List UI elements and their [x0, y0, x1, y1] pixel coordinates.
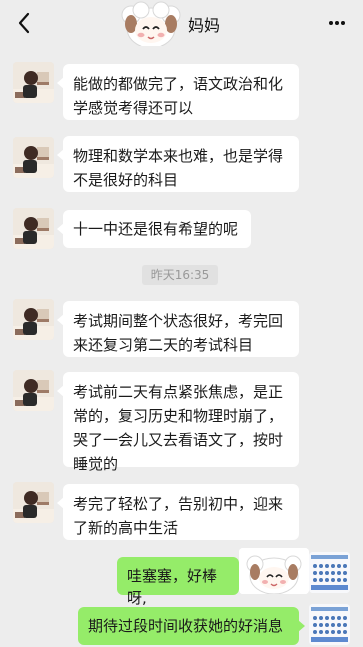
message-bubble-6: 考完了轻松了，告别初中，迎来了新的高中生活: [57, 484, 299, 540]
more-dots-icon[interactable]: [327, 14, 347, 32]
message-text-5: 考试前二天有点紧张焦虑，是正常的，复习历史和物理时崩了，哭了一会儿又去看语文了，…: [73, 383, 284, 473]
sheep-sticker-icon: [239, 548, 309, 594]
message-text-4: 考试期间整个状态很好，考完回来还复习第二天的考试科目: [73, 312, 284, 354]
message-text-7: 哇塞塞，好棒呀,: [127, 567, 218, 607]
message-bubble-4: 考试期间整个状态很好，考完回来还复习第二天的考试科目: [57, 301, 299, 357]
message-bubble-1: 能做的都做完了，语文政治和化学感觉考得还可以: [57, 64, 299, 120]
message-text-1: 能做的都做完了，语文政治和化学感觉考得还可以: [73, 75, 284, 117]
contact-avatar[interactable]: [13, 62, 54, 103]
message-bubble-3: 十一中还是很有希望的呢: [57, 210, 251, 248]
message-text-6: 考完了轻松了，告别初中，迎来了新的高中生活: [73, 495, 284, 537]
message-text-3: 十一中还是很有希望的呢: [73, 220, 239, 238]
self-avatar[interactable]: [309, 552, 350, 593]
chevron-left-icon[interactable]: [14, 11, 36, 35]
self-avatar[interactable]: [309, 604, 350, 645]
message-text-2: 物理和数学本来也难，也是学得不是很好的科目: [73, 147, 284, 189]
message-bubble-2: 物理和数学本来也难，也是学得不是很好的科目: [57, 136, 299, 192]
chat-header: 妈妈: [0, 0, 363, 46]
contact-avatar[interactable]: [13, 208, 54, 249]
message-text-8: 期待过段时间收获她的好消息: [88, 617, 284, 635]
message-bubble-5: 考试前二天有点紧张焦虑，是正常的，复习历史和物理时崩了，哭了一会儿又去看语文了，…: [57, 372, 299, 473]
message-bubble-7: 哇塞塞，好棒呀,: [117, 557, 245, 607]
contact-avatar[interactable]: [13, 299, 54, 340]
sheep-sticker-icon: [116, 0, 186, 46]
contact-avatar[interactable]: [13, 137, 54, 178]
message-bubble-8: 期待过段时间收获她的好消息: [78, 607, 305, 645]
contact-avatar[interactable]: [13, 370, 54, 411]
chat-title: 妈妈: [188, 16, 221, 35]
contact-avatar[interactable]: [13, 482, 54, 523]
timestamp: 昨天16:35: [142, 265, 218, 285]
